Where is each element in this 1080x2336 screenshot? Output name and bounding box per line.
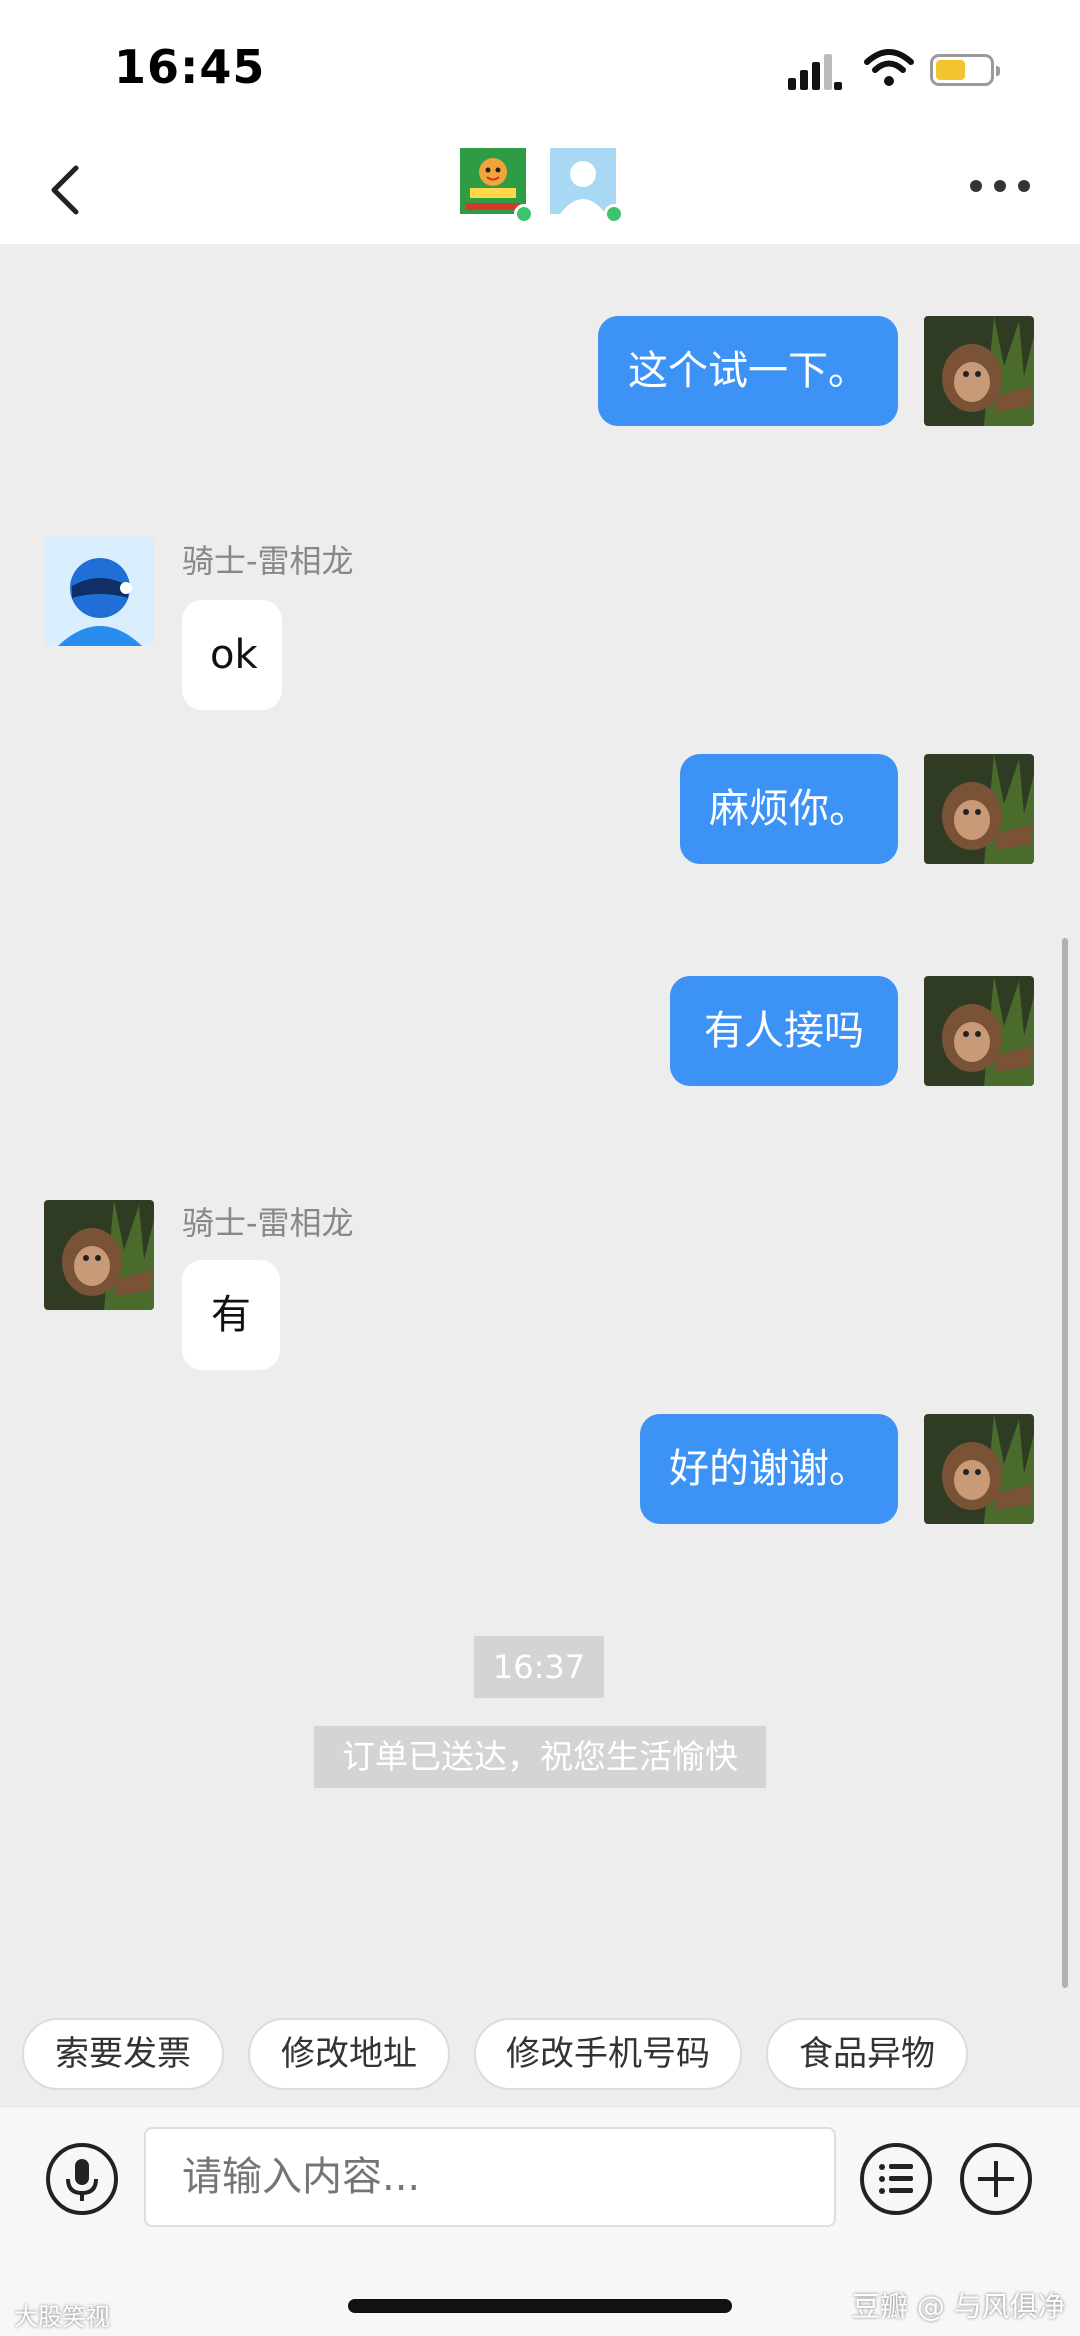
input-bar: 大股笑视 豆瓣 @ 与风俱净 [0, 2106, 1080, 2336]
message-input[interactable] [144, 2127, 836, 2227]
home-indicator[interactable] [348, 2299, 732, 2313]
quick-reply-edit-address[interactable]: 修改地址 [248, 2018, 450, 2090]
sender-name: 骑士-雷相龙 [182, 1204, 354, 1242]
outgoing-message[interactable]: 麻烦你。 [680, 754, 898, 864]
monkey-avatar-icon[interactable] [924, 754, 1034, 864]
sender-name: 骑士-雷相龙 [182, 542, 354, 580]
microphone-icon[interactable] [44, 2141, 120, 2217]
status-time: 16:45 [114, 40, 266, 94]
system-notice: 订单已送达，祝您生活愉快 [314, 1726, 766, 1788]
battery-icon [930, 54, 1000, 86]
watermark-right: 豆瓣 @ 与风俱净 [852, 2290, 1066, 2323]
quick-reply-foreign-object[interactable]: 食品异物 [766, 2018, 968, 2090]
monkey-avatar-icon[interactable] [924, 316, 1034, 426]
battery-level [936, 60, 965, 80]
outgoing-message[interactable]: 这个试一下。 [598, 316, 898, 426]
merchant-avatar[interactable] [460, 148, 534, 224]
monkey-avatar-icon[interactable] [924, 976, 1034, 1086]
quick-replies-bar: 索要发票 修改地址 修改手机号码 食品异物 [0, 2018, 1080, 2090]
monkey-avatar-icon[interactable] [44, 1200, 154, 1310]
monkey-avatar-icon[interactable] [924, 1414, 1034, 1524]
status-bar: 16:45 [0, 0, 1080, 140]
quick-reply-invoice[interactable]: 索要发票 [22, 2018, 224, 2090]
plus-icon[interactable] [958, 2141, 1034, 2217]
outgoing-message[interactable]: 好的谢谢。 [640, 1414, 898, 1524]
timestamp-chip: 16:37 [474, 1636, 604, 1698]
quick-reply-edit-phone[interactable]: 修改手机号码 [474, 2018, 742, 2090]
chat-header [0, 140, 1080, 244]
merchant-logo-icon [460, 148, 526, 214]
more-dots-icon[interactable] [964, 166, 1036, 206]
online-indicator [604, 204, 624, 224]
watermark-left: 大股笑视 [14, 2303, 110, 2331]
online-indicator [514, 204, 534, 224]
menu-list-icon[interactable] [858, 2141, 934, 2217]
outgoing-message[interactable]: 有人接吗 [670, 976, 898, 1086]
user-avatar[interactable] [550, 148, 624, 224]
incoming-message[interactable]: ok [182, 600, 282, 710]
cellular-signal-icon [788, 54, 842, 90]
incoming-message[interactable]: 有 [182, 1260, 280, 1370]
wifi-icon [864, 49, 914, 86]
default-user-icon [550, 148, 616, 214]
back-chevron-icon[interactable] [38, 150, 98, 230]
rider-avatar-icon[interactable] [44, 536, 154, 646]
chat-scrollbar[interactable] [1062, 938, 1068, 1988]
